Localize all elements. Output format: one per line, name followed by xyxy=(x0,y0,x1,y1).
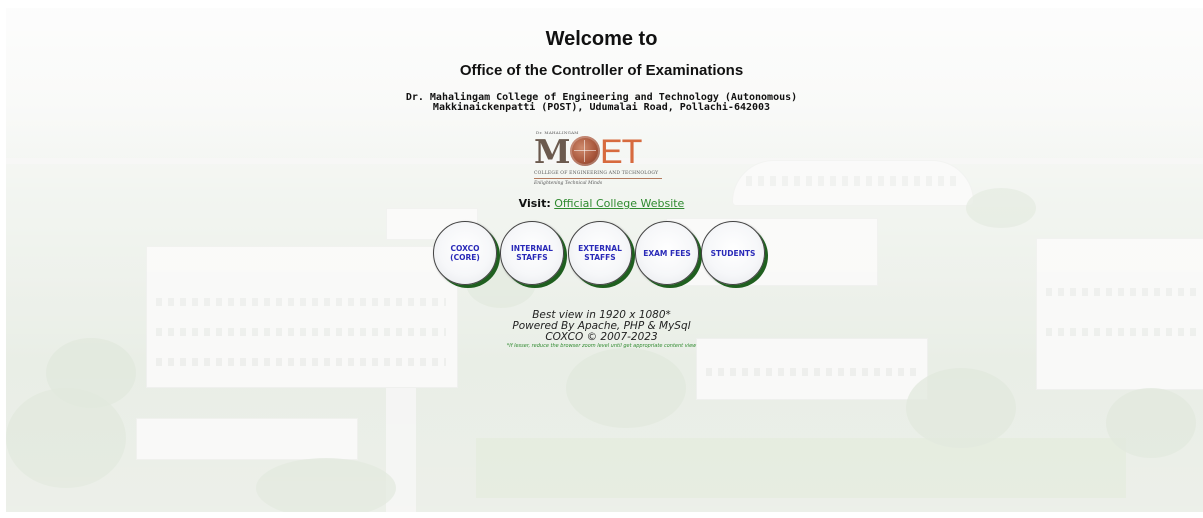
college-address: Makkinaickenpatti (POST), Udumalai Road,… xyxy=(432,102,771,113)
students-button[interactable]: STUDENTS xyxy=(701,221,765,285)
welcome-heading: Welcome to xyxy=(545,28,658,50)
visit-line: Visit: Official College Website xyxy=(0,197,1203,210)
logo-subtitle: COLLEGE OF ENGINEERING AND TECHNOLOGY xyxy=(534,171,659,176)
office-title: Office of the Controller of Examinations xyxy=(459,62,744,79)
logo-tagline: Enlightening Technical Minds xyxy=(534,181,603,186)
zoom-hint-note: *If lesser, reduce the browser zoom leve… xyxy=(506,343,697,349)
copyright-note: COXCO © 2007-2023 xyxy=(545,331,658,343)
page: Welcome to Office of the Controller of E… xyxy=(0,0,1203,518)
globe-icon xyxy=(570,136,600,166)
visit-label: Visit: xyxy=(518,197,551,210)
logo-mark-m: M xyxy=(534,132,571,171)
exam-fees-button[interactable]: EXAM FEES xyxy=(635,221,699,285)
official-website-link[interactable]: Official College Website xyxy=(554,197,684,210)
portal-buttons: COXCO (CORE) INTERNAL STAFFS EXTERNAL ST… xyxy=(433,221,773,287)
logo-mark-et: ET xyxy=(600,133,642,171)
internal-staffs-button[interactable]: INTERNAL STAFFS xyxy=(500,221,564,285)
mcet-logo: Dr. MAHALINGAM M ET COLLEGE OF ENGINEERI… xyxy=(532,128,672,190)
external-staffs-button[interactable]: EXTERNAL STAFFS xyxy=(568,221,632,285)
logo-divider xyxy=(534,178,662,179)
coxco-core-button[interactable]: COXCO (CORE) xyxy=(433,221,497,285)
